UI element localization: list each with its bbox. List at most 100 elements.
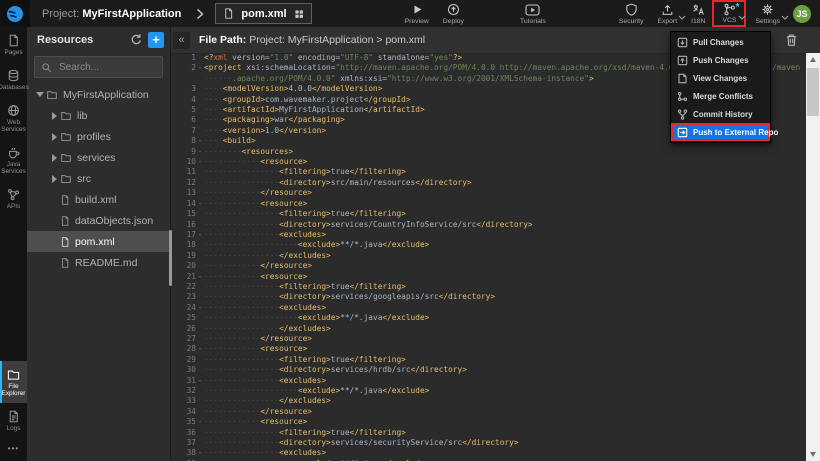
toolbar-security-button[interactable]: Security: [612, 2, 651, 26]
code-line[interactable]: 31-················<excludes>: [170, 376, 806, 386]
tree-item-profiles[interactable]: profiles: [27, 126, 170, 147]
i18n-icon: [692, 3, 705, 17]
code-line[interactable]: 11················<filtering>true</filte…: [170, 167, 806, 177]
chevron-expanded-icon[interactable]: [34, 92, 46, 97]
code-line[interactable]: 24-················<excludes>: [170, 303, 806, 313]
code-line[interactable]: 18····················<exclude>**/*.java…: [170, 240, 806, 250]
fold-marker[interactable]: -: [196, 303, 204, 313]
fold-marker[interactable]: -: [196, 136, 204, 146]
add-resource-button[interactable]: +: [148, 32, 164, 48]
sidebar-item-databases[interactable]: Databases: [0, 62, 27, 97]
editor-scrollbar[interactable]: [806, 53, 820, 461]
code-line[interactable]: 26················</excludes>: [170, 324, 806, 334]
menu-item-push-changes[interactable]: Push Changes: [671, 51, 770, 69]
pages-icon: [7, 34, 20, 47]
search-input[interactable]: [57, 61, 161, 74]
code-line[interactable]: 32····················<exclude>**/*.java…: [170, 386, 806, 396]
code-line[interactable]: 17-················<excludes>: [170, 230, 806, 240]
code-line[interactable]: 13············</resource>: [170, 188, 806, 198]
code-line[interactable]: 19················</excludes>: [170, 251, 806, 261]
fold-marker[interactable]: -: [196, 376, 204, 386]
toolbar-deploy-button[interactable]: Deploy: [436, 2, 471, 26]
code-line[interactable]: 23················<directory>services/go…: [170, 292, 806, 302]
refresh-icon[interactable]: [129, 33, 142, 46]
fold-marker[interactable]: -: [196, 448, 204, 458]
logs-icon: [7, 410, 20, 423]
code-line[interactable]: 9-········<resources>: [170, 147, 806, 157]
fold-marker[interactable]: -: [196, 63, 204, 73]
tab-pom-xml[interactable]: pom.xml: [215, 3, 311, 24]
code-line[interactable]: 37················<directory>services/se…: [170, 438, 806, 448]
scroll-down-button[interactable]: [810, 452, 816, 457]
menu-item-merge-conflicts[interactable]: Merge Conflicts: [671, 87, 770, 105]
toolbar-vcs-button[interactable]: *VCS: [712, 0, 746, 27]
grid-icon[interactable]: [294, 9, 304, 19]
panel-splitter-handle[interactable]: [169, 230, 172, 286]
code-line[interactable]: 29················<filtering>true</filte…: [170, 355, 806, 365]
sidebar-item-pages[interactable]: Pages: [0, 27, 27, 62]
toolbar-export-button[interactable]: Export: [650, 2, 684, 26]
code-line[interactable]: 22················<filtering>true</filte…: [170, 282, 806, 292]
scroll-up-button[interactable]: [806, 53, 820, 66]
tree-item-dataobjects-json[interactable]: dataObjects.json: [27, 210, 170, 231]
fold-marker[interactable]: -: [196, 199, 204, 209]
code-line[interactable]: 14-············<resource>: [170, 199, 806, 209]
code-line[interactable]: 20············</resource>: [170, 261, 806, 271]
code-line[interactable]: 35-············<resource>: [170, 417, 806, 427]
chevron-collapsed-icon[interactable]: [48, 154, 60, 162]
toolbar-settings-button[interactable]: Settings: [748, 2, 787, 26]
tree-item-readme-md[interactable]: README.md: [27, 252, 170, 273]
sidebar-item-file-explorer[interactable]: File Explorer: [0, 361, 27, 403]
menu-item-pull-changes[interactable]: Pull Changes: [671, 33, 770, 51]
tree-item-pom-xml[interactable]: pom.xml: [27, 231, 170, 252]
fold-marker[interactable]: -: [196, 272, 204, 282]
fold-marker[interactable]: -: [196, 344, 204, 354]
more-options-button[interactable]: •••: [0, 438, 27, 461]
toolbar-tutorials-button[interactable]: Tutorials: [513, 2, 553, 26]
menu-item-commit-history[interactable]: Commit History: [671, 105, 770, 123]
tree-item-myfirstapplication[interactable]: MyFirstApplication: [27, 84, 170, 105]
sidebar-item-java-services[interactable]: Java Services: [0, 139, 27, 181]
code-line[interactable]: 21-············<resource>: [170, 272, 806, 282]
menu-item-push-external-repo[interactable]: Push to External Repo: [671, 123, 770, 141]
delete-icon[interactable]: [785, 33, 798, 47]
chevron-collapsed-icon[interactable]: [48, 133, 60, 141]
fold-marker[interactable]: -: [196, 157, 204, 167]
code-line[interactable]: 25····················<exclude>**/*.java…: [170, 313, 806, 323]
tree-item-src[interactable]: src: [27, 168, 170, 189]
tree-item-services[interactable]: services: [27, 147, 170, 168]
fold-marker[interactable]: -: [196, 230, 204, 240]
code-line[interactable]: 38-················<excludes>: [170, 448, 806, 458]
toolbar-i18n-button[interactable]: I18N: [684, 2, 712, 26]
fold-marker[interactable]: -: [196, 417, 204, 427]
code-line[interactable]: 34············</resource>: [170, 407, 806, 417]
tree-item-build-xml[interactable]: build.xml: [27, 189, 170, 210]
code-line[interactable]: 12················<directory>src/main/re…: [170, 178, 806, 188]
sidebar-item-logs[interactable]: Logs: [0, 403, 27, 438]
code-text: ····<build>: [204, 136, 256, 146]
code-line[interactable]: 33················</excludes>: [170, 396, 806, 406]
code-line[interactable]: 16················<directory>services/Co…: [170, 220, 806, 230]
line-number: 21: [170, 272, 196, 282]
user-avatar[interactable]: JS: [793, 5, 811, 23]
fold-marker[interactable]: -: [196, 147, 204, 157]
code-line[interactable]: 36················<filtering>true</filte…: [170, 428, 806, 438]
collapse-panel-button[interactable]: «: [173, 32, 190, 49]
fold-gutter: [196, 220, 204, 230]
chevron-collapsed-icon[interactable]: [48, 112, 60, 120]
chevron-collapsed-icon[interactable]: [48, 175, 60, 183]
line-number: 36: [170, 428, 196, 438]
menu-item-view-changes[interactable]: View Changes: [671, 69, 770, 87]
code-line[interactable]: 15················<filtering>true</filte…: [170, 209, 806, 219]
sidebar-item-web-services[interactable]: Web Services: [0, 97, 27, 139]
tree-item-lib[interactable]: lib: [27, 105, 170, 126]
code-line[interactable]: 28-············<resource>: [170, 344, 806, 354]
scrollbar-thumb[interactable]: [807, 68, 819, 116]
toolbar-preview-button[interactable]: Preview: [398, 2, 436, 26]
code-line[interactable]: 27············</resource>: [170, 334, 806, 344]
sidebar-item-apis[interactable]: APIs: [0, 181, 27, 216]
wavemaker-logo[interactable]: [0, 0, 30, 27]
code-line[interactable]: 10-············<resource>: [170, 157, 806, 167]
code-line[interactable]: 30················<directory>services/hr…: [170, 365, 806, 375]
line-number: 32: [170, 386, 196, 396]
